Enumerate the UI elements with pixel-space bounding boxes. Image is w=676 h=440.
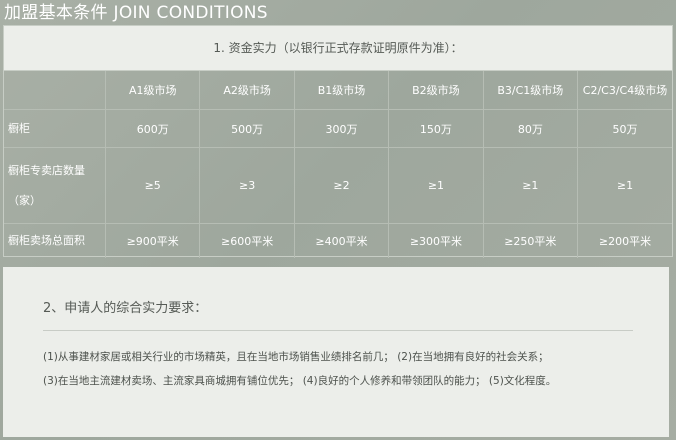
table-cell: ≥250平米 <box>483 223 579 258</box>
table-row: 橱柜专卖店数量 （家） ≥5 ≥3 ≥2 ≥1 ≥1 ≥1 <box>4 147 672 224</box>
column-header: B1级市场 <box>294 71 390 110</box>
table-cell: 500万 <box>199 109 295 148</box>
table-cell: ≥1 <box>388 147 484 224</box>
table-cell: ≥200平米 <box>598 235 652 248</box>
applicant-requirement-panel: 2、申请人的综合实力要求： (1)从事建材家居或相关行业的市场精英，且在当地市场… <box>3 267 669 437</box>
row-label-line: 橱柜专卖店数量 <box>8 163 85 177</box>
table-cell: ≥400平米 <box>294 223 390 258</box>
column-header: C2/C3/C4级市场 <box>577 71 672 110</box>
divider <box>43 330 633 331</box>
table-cell: 300万 <box>294 109 390 148</box>
row-label-line: （家） <box>8 193 41 207</box>
column-header: A2级市场 <box>199 71 295 110</box>
applicant-requirement-line: (1)从事建材家居或相关行业的市场精英，且在当地市场销售业绩排名前几； (2)在… <box>43 351 549 363</box>
table-cell: ≥2 <box>294 147 390 224</box>
table-cell: 50万 <box>577 109 672 148</box>
table-cell: 600万 <box>105 109 201 148</box>
table-cell: ≥1 <box>483 147 579 224</box>
table-cell: ≥1 <box>577 147 672 224</box>
applicant-heading: 2、申请人的综合实力要求： <box>43 301 208 316</box>
table-cell: ≥5 <box>105 147 201 224</box>
row-label: 橱柜 <box>4 109 106 148</box>
requirements-table: A1级市场 A2级市场 B1级市场 B2级市场 B3/C1级市场 C2/C3/C… <box>4 71 672 258</box>
page-title: 加盟基本条件 JOIN CONDITIONS <box>4 3 268 23</box>
table-cell: 80万 <box>483 109 579 148</box>
row-label: 橱柜卖场总面积 <box>4 223 106 258</box>
row-label: 橱柜专卖店数量 （家） <box>4 147 106 224</box>
funds-heading: 1. 资金实力（以银行正式存款证明原件为准）： <box>4 26 672 71</box>
table-header-row: A1级市场 A2级市场 B1级市场 B2级市场 B3/C1级市场 C2/C3/C… <box>4 71 672 110</box>
column-header: B3/C1级市场 <box>483 71 579 110</box>
table-cell: ≥300平米 <box>388 223 484 258</box>
table-cell: ≥900平米 <box>105 223 201 258</box>
table-cell: ≥600平米 <box>199 223 295 258</box>
table-cell: ≥3 <box>199 147 295 224</box>
table-row: 橱柜 600万 500万 300万 150万 80万 50万 <box>4 109 672 148</box>
column-header: A1级市场 <box>105 71 201 110</box>
column-header: B2级市场 <box>388 71 484 110</box>
applicant-requirement-line: (3)在当地主流建材卖场、主流家具商城拥有铺位优先； (4)良好的个人修养和带领… <box>43 375 557 387</box>
table-cell: 150万 <box>388 109 484 148</box>
table-corner-cell <box>4 71 106 110</box>
funds-requirement-panel: 1. 资金实力（以银行正式存款证明原件为准）： A1级市场 A2级市场 B1级市… <box>3 25 673 258</box>
table-row: 橱柜卖场总面积 ≥900平米 ≥600平米 ≥400平米 ≥300平米 ≥250… <box>4 223 672 258</box>
